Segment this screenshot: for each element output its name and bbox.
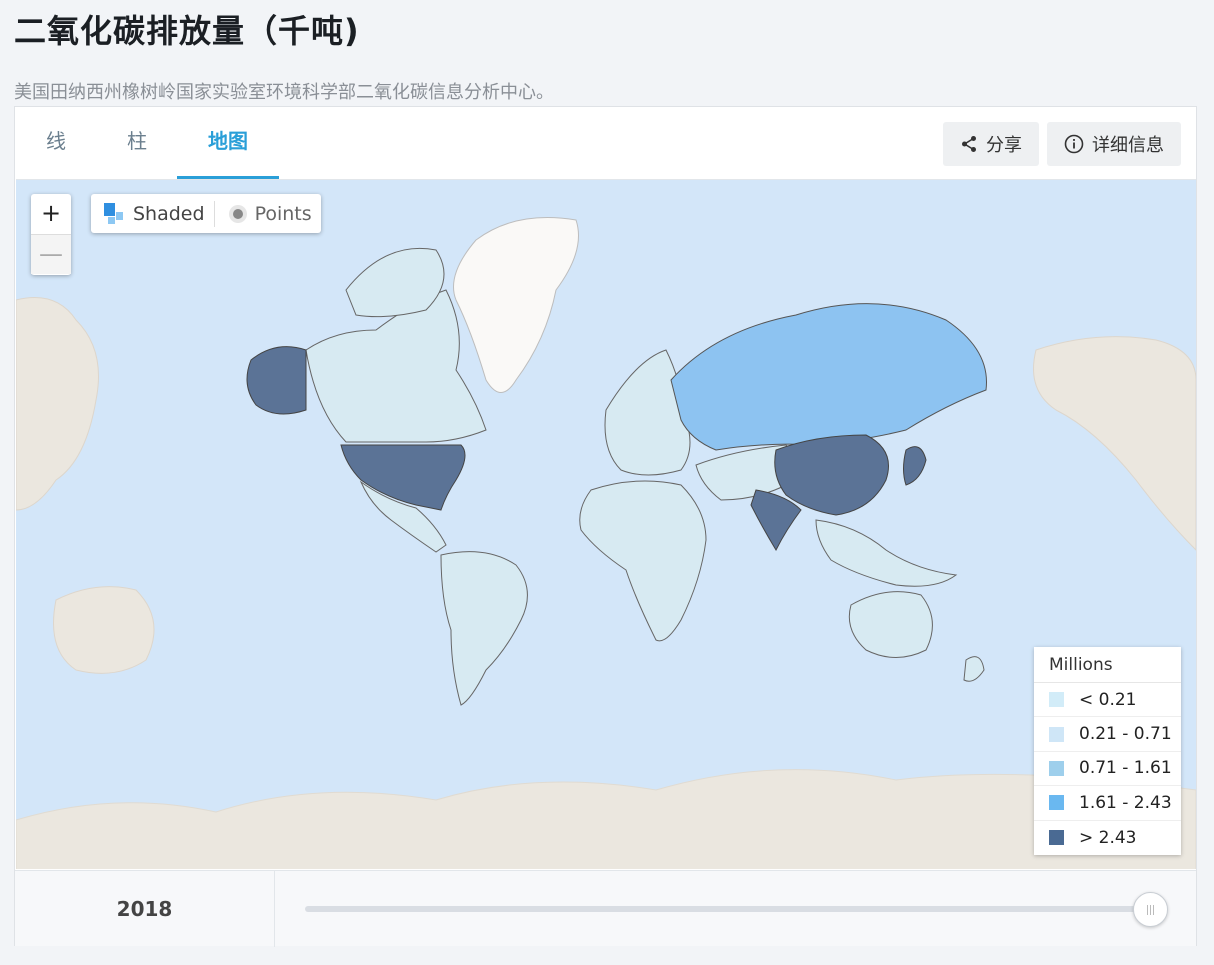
grip-line: [1147, 904, 1148, 915]
legend-label: > 2.43: [1079, 827, 1137, 848]
source-note: 美国田纳西州橡树岭国家实验室环境科学部二氧化碳信息分析中心。: [14, 82, 554, 103]
legend-label: < 0.21: [1079, 689, 1137, 710]
zoom-out-button[interactable]: —: [31, 234, 71, 274]
alaska: [246, 346, 307, 415]
points-icon: [228, 204, 247, 223]
timeline-handle[interactable]: [1133, 892, 1168, 927]
world-map[interactable]: + — Shaded Points Millions < 0.21 0.21 -…: [16, 179, 1196, 869]
page-title: 二氧化碳排放量（千吨): [14, 12, 360, 50]
share-icon: [962, 136, 976, 152]
legend-swatch: [1049, 830, 1064, 846]
legend-title: Millions: [1034, 647, 1181, 683]
australia-left-repeat: [53, 586, 155, 674]
year-timeline: 2018: [15, 870, 1196, 947]
zoom-control: + —: [31, 194, 71, 275]
tab-bar[interactable]: 柱: [97, 107, 177, 179]
share-button[interactable]: 分享: [943, 122, 1039, 166]
zoom-in-button[interactable]: +: [31, 194, 71, 234]
legend-label: 1.61 - 2.43: [1079, 792, 1172, 813]
mode-shaded-label: Shaded: [133, 202, 205, 225]
tab-map[interactable]: 地图: [177, 107, 279, 179]
legend-label: 0.71 - 1.61: [1079, 758, 1172, 779]
grip-line: [1153, 904, 1154, 915]
timeline-track[interactable]: [305, 906, 1150, 912]
world-map-canvas: [16, 180, 1196, 869]
map-legend: Millions < 0.21 0.21 - 0.71 0.71 - 1.61 …: [1034, 647, 1181, 855]
legend-swatch: [1049, 726, 1064, 742]
share-label: 分享: [986, 135, 1022, 156]
legend-swatch: [1049, 795, 1064, 811]
info-icon: [1064, 134, 1084, 154]
legend-swatch: [1049, 760, 1064, 776]
tab-line[interactable]: 线: [15, 107, 97, 179]
map-mode-toggle: Shaded Points: [91, 194, 321, 233]
legend-item: > 2.43: [1034, 821, 1181, 855]
legend-swatch: [1049, 692, 1064, 708]
legend-label: 0.21 - 0.71: [1079, 724, 1172, 745]
mode-points-option[interactable]: Points: [215, 194, 321, 233]
legend-item: < 0.21: [1034, 683, 1181, 718]
legend-item: 1.61 - 2.43: [1034, 786, 1181, 821]
legend-item: 0.71 - 1.61: [1034, 752, 1181, 787]
legend-item: 0.21 - 0.71: [1034, 717, 1181, 752]
mode-shaded-option[interactable]: Shaded: [91, 194, 214, 233]
details-label: 详细信息: [1092, 135, 1164, 156]
grip-line: [1150, 904, 1151, 915]
selected-year: 2018: [15, 871, 275, 947]
mode-points-label: Points: [254, 202, 312, 225]
chart-card: 线 柱 地图 分享 详细信息 + — Shaded Points Million…: [14, 106, 1197, 947]
details-button[interactable]: 详细信息: [1047, 122, 1181, 166]
shaded-icon: [104, 202, 123, 224]
